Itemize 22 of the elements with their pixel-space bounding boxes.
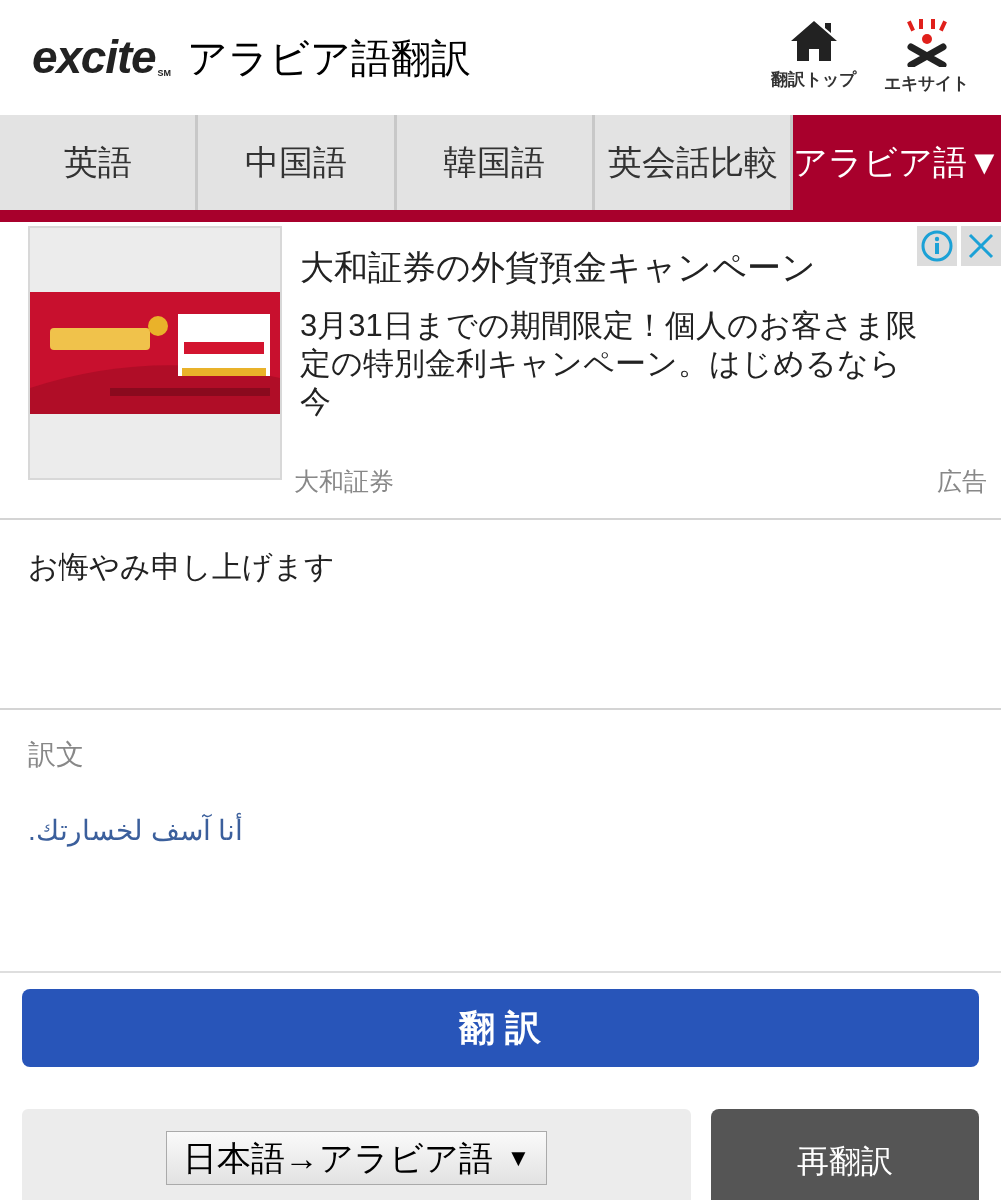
translate-button[interactable]: 翻 訳: [22, 989, 979, 1067]
source-text-field[interactable]: お悔やみ申し上げます: [0, 518, 1001, 710]
language-tab[interactable]: 英語: [0, 115, 199, 210]
logo-mark: SM: [157, 66, 172, 80]
language-pair-dropdown[interactable]: 日本語→アラビア語 ▼: [165, 1131, 548, 1185]
language-tab[interactable]: 韓国語: [396, 115, 596, 210]
advertiser-name: 大和証券: [294, 465, 394, 497]
logo-text[interactable]: excite: [32, 23, 156, 92]
nav-link[interactable]: エキサイト: [884, 18, 969, 97]
ad-label: 広告: [937, 465, 987, 497]
ad-headline[interactable]: 大和証券の外貨預金キャンペーン: [300, 242, 816, 293]
language-tab[interactable]: アラビア語▼: [793, 115, 1001, 210]
language-tab[interactable]: 英会話比較: [595, 115, 794, 210]
result-label: 訳文: [28, 738, 85, 772]
translated-text: أنا آسف لخسارتك.: [28, 810, 244, 852]
close-icon[interactable]: [961, 226, 1001, 266]
language-tab[interactable]: 中国語: [198, 115, 397, 210]
page-title: アラビア語翻訳: [187, 34, 472, 82]
retranslate-button[interactable]: 再翻訳: [711, 1109, 979, 1200]
info-icon[interactable]: [917, 226, 957, 266]
nav-link[interactable]: 翻訳トップ: [771, 18, 856, 97]
ad-body: 3月31日までの期間限定！個人のお客さま限定の特別金利キャンペーン。はじめるなら今: [300, 307, 918, 421]
